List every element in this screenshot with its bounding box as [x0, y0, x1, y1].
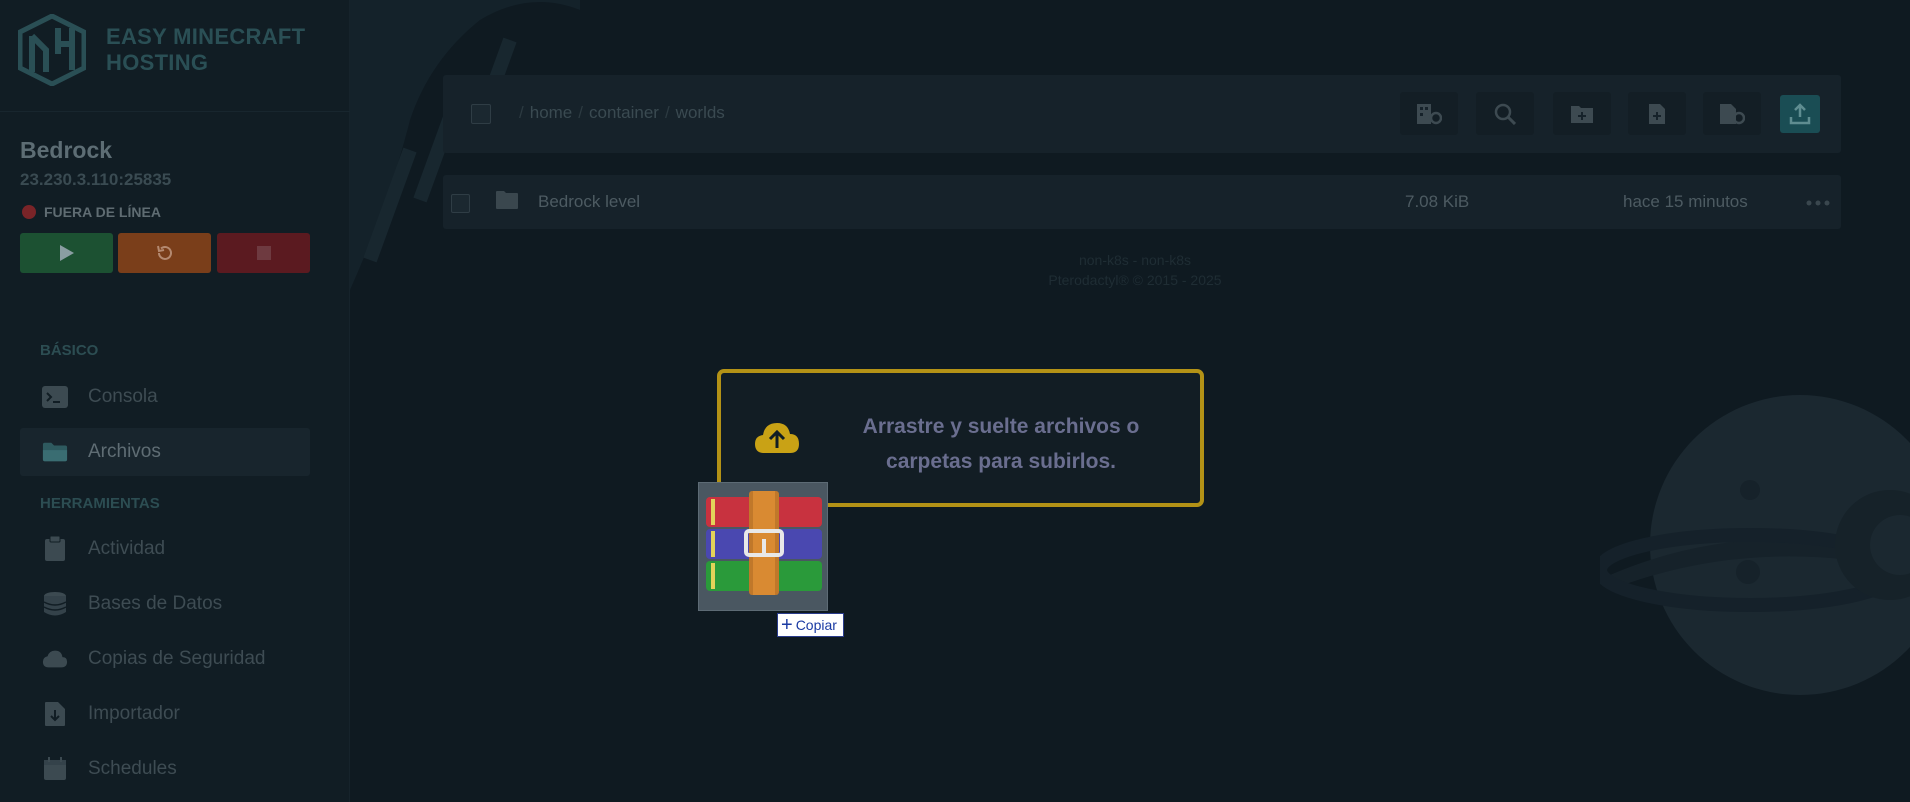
- sidebar-item-bases-de-datos[interactable]: Bases de Datos: [20, 580, 310, 628]
- copy-label: Copiar: [795, 617, 837, 633]
- server-settings-icon: [1417, 103, 1442, 124]
- upload-file-button[interactable]: [1703, 92, 1761, 135]
- breadcrumb-container[interactable]: container: [589, 103, 659, 123]
- file-checkbox[interactable]: [451, 194, 470, 213]
- breadcrumb-worlds[interactable]: worlds: [676, 103, 725, 123]
- stop-icon: [256, 246, 271, 260]
- upload-icon: [1789, 103, 1811, 125]
- breadcrumb-home[interactable]: home: [530, 103, 573, 123]
- dragged-archive-icon: [698, 482, 828, 611]
- new-folder-button[interactable]: [1553, 92, 1611, 135]
- database-icon: [42, 591, 68, 617]
- footer-node: non-k8s - non-k8s: [1078, 252, 1192, 268]
- sidebar-item-label: Consola: [88, 386, 158, 407]
- emh-logo-icon: [18, 14, 86, 86]
- cloud-icon: [42, 646, 68, 672]
- terminal-icon: [42, 384, 68, 410]
- search-icon: [1494, 103, 1516, 125]
- file-modified: hace 15 minutos: [1623, 192, 1748, 211]
- folder-icon: [42, 439, 68, 465]
- brand-logo[interactable]: EASY MINECRAFT HOSTING: [18, 14, 305, 86]
- file-toolbar: / home / container / worlds: [443, 75, 1841, 153]
- file-size: 7.08 KiB: [1405, 192, 1470, 211]
- plus-icon: +: [781, 614, 793, 636]
- planet-decoration: [1600, 395, 1910, 695]
- breadcrumb-separator: /: [519, 103, 524, 122]
- calendar-icon: [42, 756, 68, 782]
- start-button[interactable]: [20, 233, 113, 273]
- restart-icon: [156, 245, 172, 260]
- more-options-icon[interactable]: [1805, 193, 1831, 213]
- status-dot-icon: [22, 205, 36, 219]
- clipboard-icon: [42, 536, 68, 562]
- sidebar-item-label: Archivos: [88, 441, 161, 462]
- search-button[interactable]: [1476, 92, 1534, 135]
- server-name: Bedrock: [20, 137, 113, 163]
- cloud-upload-icon: [755, 423, 799, 453]
- sidebar-item-label: Schedules: [88, 758, 177, 779]
- section-basic: BÁSICO: [40, 342, 99, 359]
- footer: non-k8s - non-k8s Pterodactyl® © 2015 - …: [900, 250, 1370, 290]
- sidebar-item-label: Copias de Seguridad: [88, 648, 266, 669]
- file-import-icon: [42, 701, 68, 727]
- sidebar-item-actividad[interactable]: Actividad: [20, 525, 310, 573]
- sidebar-item-label: Actividad: [88, 538, 166, 559]
- restart-button[interactable]: [118, 233, 211, 273]
- sidebar-item-label: Importador: [88, 703, 180, 724]
- sidebar: EASY MINECRAFT HOSTING Bedrock 23.230.3.…: [0, 0, 350, 802]
- server-address[interactable]: 23.230.3.110:25835: [20, 170, 171, 190]
- divider: [0, 111, 350, 112]
- sidebar-item-schedules[interactable]: Schedules: [20, 745, 310, 793]
- play-icon: [59, 245, 74, 261]
- sidebar-item-label: Bases de Datos: [88, 593, 223, 614]
- breadcrumb-separator: /: [664, 103, 670, 122]
- file-row[interactable]: Bedrock level 7.08 KiB hace 15 minutos: [443, 175, 1841, 229]
- brand-name: EASY MINECRAFT HOSTING: [106, 24, 306, 75]
- server-status: FUERA DE LÍNEA: [22, 204, 161, 220]
- section-tools: HERRAMIENTAS: [40, 495, 160, 512]
- breadcrumb-separator: /: [578, 103, 583, 122]
- new-file-icon: [1649, 103, 1665, 124]
- select-all-checkbox[interactable]: [471, 104, 491, 124]
- new-folder-icon: [1571, 105, 1593, 123]
- drag-copy-tooltip: + Copiar: [777, 613, 844, 637]
- breadcrumb: / home / container / worlds: [513, 103, 725, 123]
- drop-zone-message: Arrastre y suelte archivos o carpetas pa…: [862, 415, 1140, 473]
- sidebar-item-importador[interactable]: Importador: [20, 690, 310, 738]
- stop-button[interactable]: [217, 233, 310, 273]
- server-settings-button[interactable]: [1400, 92, 1458, 135]
- new-file-button[interactable]: [1628, 92, 1686, 135]
- sidebar-item-copias-de-seguridad[interactable]: Copias de Seguridad: [20, 635, 310, 683]
- folder-icon: [496, 191, 518, 209]
- status-label: FUERA DE LÍNEA: [44, 204, 161, 220]
- upload-file-icon: [1720, 103, 1745, 124]
- footer-copyright[interactable]: Pterodactyl® © 2015 - 2025: [900, 270, 1370, 290]
- sidebar-item-archivos[interactable]: Archivos: [20, 428, 310, 476]
- sidebar-item-consola[interactable]: Consola: [20, 373, 310, 421]
- upload-button[interactable]: [1780, 95, 1820, 133]
- file-name[interactable]: Bedrock level: [538, 192, 640, 212]
